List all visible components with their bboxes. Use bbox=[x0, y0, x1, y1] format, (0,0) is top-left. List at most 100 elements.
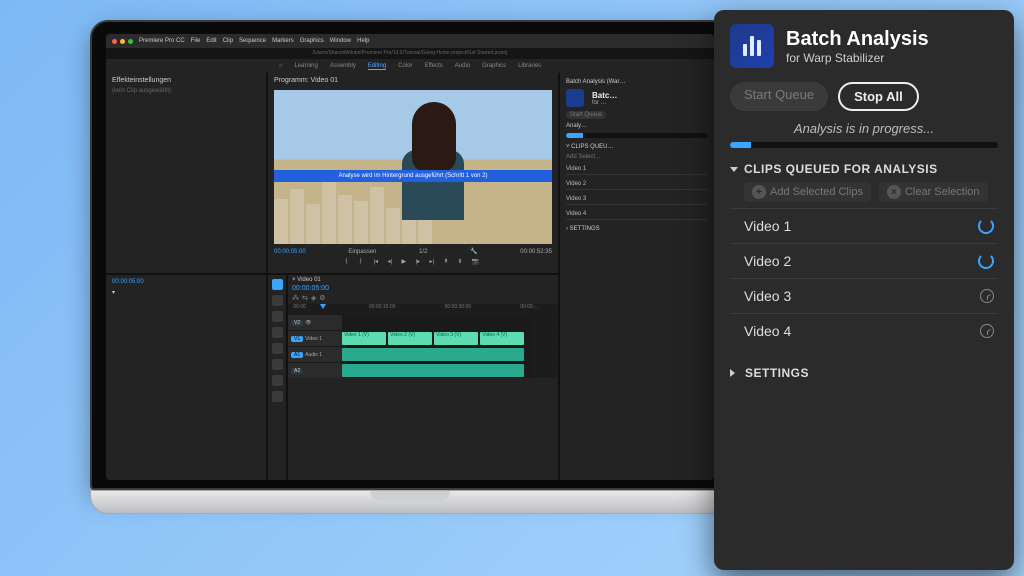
tab-libraries[interactable]: Libraries bbox=[518, 63, 541, 69]
play-icon[interactable]: ▶ bbox=[402, 258, 411, 267]
clip-a-1[interactable] bbox=[342, 348, 524, 361]
mini-item-4[interactable]: Video 4 bbox=[566, 209, 708, 220]
menu-help[interactable]: Help bbox=[357, 38, 369, 44]
tab-editing[interactable]: Editing bbox=[368, 63, 386, 70]
track-badge-v2[interactable]: V2 bbox=[291, 320, 303, 326]
step-forward-icon[interactable]: |▸ bbox=[416, 258, 425, 267]
track-badge-v1[interactable]: V1 bbox=[291, 336, 303, 342]
step-back-icon[interactable]: ◂| bbox=[388, 258, 397, 267]
track-badge-a1[interactable]: A1 bbox=[291, 352, 303, 358]
stop-all-button[interactable]: Stop All bbox=[838, 82, 919, 111]
track-a1[interactable]: A1Audio 1 bbox=[288, 346, 558, 362]
go-to-in-icon[interactable]: |◂ bbox=[374, 258, 383, 267]
go-to-out-icon[interactable]: ▸| bbox=[430, 258, 439, 267]
track-v1-body[interactable]: Video 1 (V) Video 2 (V) Video 3 (V) Vide… bbox=[342, 331, 534, 346]
clear-selection-button[interactable]: × Clear Selection bbox=[879, 182, 988, 202]
menu-sequence[interactable]: Sequence bbox=[239, 38, 266, 44]
type-tool-icon[interactable] bbox=[272, 391, 283, 402]
laptop-base bbox=[90, 490, 730, 514]
queue-item-2[interactable]: Video 2 bbox=[730, 243, 998, 278]
mark-in-icon[interactable]: { bbox=[346, 258, 355, 267]
project-panel[interactable]: 00:00:05:00 ▾ bbox=[106, 275, 266, 480]
timeline-body[interactable]: × Video 01 00:00:05:00 ⁂ ⇆ ◈ ⚙ 00:00 00:… bbox=[288, 275, 558, 480]
tab-assembly[interactable]: Assembly bbox=[330, 63, 356, 69]
marker-icon[interactable]: ◈ bbox=[311, 294, 316, 302]
clip-a-2[interactable] bbox=[342, 364, 524, 377]
menu-graphics[interactable]: Graphics bbox=[300, 38, 324, 44]
snap-icon[interactable]: ⁂ bbox=[292, 294, 299, 302]
track-select-tool-icon[interactable] bbox=[272, 295, 283, 306]
sequence-name[interactable]: × Video 01 bbox=[292, 277, 321, 283]
close-window-icon[interactable] bbox=[112, 39, 117, 44]
clip-v-1[interactable]: Video 1 (V) bbox=[342, 332, 386, 345]
mini-item-3[interactable]: Video 3 bbox=[566, 194, 708, 205]
spinner-icon bbox=[978, 253, 994, 269]
batch-analysis-panel[interactable]: Batch Analysis for Warp Stabilizer Start… bbox=[714, 10, 1014, 570]
queue-item-1[interactable]: Video 1 bbox=[730, 208, 998, 243]
tab-learning[interactable]: Learning bbox=[294, 63, 317, 69]
queue-item-3[interactable]: Video 3 bbox=[730, 278, 998, 313]
mini-item-1[interactable]: Video 1 bbox=[566, 164, 708, 175]
plugin-docked-panel[interactable]: Batch Analysis (War… Batc… for … Start Q… bbox=[560, 73, 714, 480]
pen-tool-icon[interactable] bbox=[272, 359, 283, 370]
menu-markers[interactable]: Markers bbox=[272, 38, 294, 44]
mini-item-2[interactable]: Video 2 bbox=[566, 179, 708, 190]
ripple-tool-icon[interactable] bbox=[272, 311, 283, 322]
plugin-logo-icon bbox=[730, 24, 774, 68]
selection-tool-icon[interactable] bbox=[272, 279, 283, 290]
lift-icon[interactable]: ⇞ bbox=[444, 258, 453, 267]
extract-icon[interactable]: ⇟ bbox=[458, 258, 467, 267]
razor-tool-icon[interactable] bbox=[272, 327, 283, 338]
video-preview[interactable]: Analyse wird im Hintergrund ausgeführt (… bbox=[274, 90, 552, 244]
mini-add-button[interactable]: Add Select… bbox=[566, 154, 708, 160]
minimize-window-icon[interactable] bbox=[120, 39, 125, 44]
clip-v-2[interactable]: Video 2 (V) bbox=[388, 332, 432, 345]
mark-out-icon[interactable]: } bbox=[360, 258, 369, 267]
timeline-tools[interactable] bbox=[268, 275, 286, 480]
ruler-tick-0: 00:00 bbox=[293, 304, 306, 310]
queue-item-4[interactable]: Video 4 bbox=[730, 313, 998, 348]
add-selected-clips-button[interactable]: + Add Selected Clips bbox=[744, 182, 871, 202]
project-filepath: /Users/Shared/Adobe/Premiere Pro/13.0/Tu… bbox=[106, 48, 714, 59]
window-traffic-lights[interactable] bbox=[112, 39, 133, 44]
monitor-play-controls[interactable]: { } |◂ ◂| ▶ |▸ ▸| ⇞ ⇟ 📷 bbox=[274, 255, 552, 269]
mini-start-button[interactable]: Start Queue bbox=[566, 111, 606, 119]
linked-selection-icon[interactable]: ⇆ bbox=[302, 294, 308, 302]
workspace-tab-strip[interactable]: ⌂ Learning Assembly Editing Color Effect… bbox=[106, 59, 714, 73]
menu-clip[interactable]: Clip bbox=[223, 38, 233, 44]
slip-tool-icon[interactable] bbox=[272, 343, 283, 354]
track-a2[interactable]: A2 bbox=[288, 362, 558, 378]
tab-graphics[interactable]: Graphics bbox=[482, 63, 506, 69]
tab-color[interactable]: Color bbox=[398, 63, 412, 69]
fit-dropdown[interactable]: Einpassen bbox=[348, 249, 376, 255]
clip-v-4[interactable]: Video 4 (V) bbox=[480, 332, 524, 345]
filter-icon[interactable]: ▾ bbox=[112, 289, 115, 296]
start-queue-button[interactable]: Start Queue bbox=[730, 82, 828, 111]
timeline-panel[interactable]: × Video 01 00:00:05:00 ⁂ ⇆ ◈ ⚙ 00:00 00:… bbox=[268, 275, 558, 480]
mini-queue-section[interactable]: ˅ CLIPS QUEU… bbox=[566, 144, 708, 150]
menu-edit[interactable]: Edit bbox=[206, 38, 216, 44]
home-icon[interactable]: ⌂ bbox=[279, 63, 283, 69]
hand-tool-icon[interactable] bbox=[272, 375, 283, 386]
clip-v-3[interactable]: Video 3 (V) bbox=[434, 332, 478, 345]
timeline-ruler[interactable]: 00:00 00:00:15:00 00:00:30:00 00:00:… bbox=[288, 304, 558, 314]
effect-controls-panel[interactable]: Effekteinstellungen (kein Clip ausgewähl… bbox=[106, 73, 266, 273]
settings-icon[interactable]: ⚙ bbox=[319, 294, 325, 302]
mini-panel-tab[interactable]: Batch Analysis (War… bbox=[566, 79, 708, 85]
track-v1[interactable]: V1Video 1 Video 1 (V) Video 2 (V) Video … bbox=[288, 330, 558, 346]
mini-settings-section[interactable]: › SETTINGS bbox=[566, 226, 708, 232]
preview-subject bbox=[394, 102, 474, 232]
queue-section-header[interactable]: CLIPS QUEUED FOR ANALYSIS bbox=[730, 162, 998, 176]
track-v2[interactable]: V2👁 bbox=[288, 314, 558, 330]
export-frame-icon[interactable]: 📷 bbox=[472, 258, 481, 267]
playhead-icon[interactable] bbox=[320, 304, 326, 309]
menu-file[interactable]: File bbox=[191, 38, 201, 44]
wrench-icon[interactable]: 🔧 bbox=[470, 248, 477, 255]
track-badge-a2[interactable]: A2 bbox=[291, 368, 303, 374]
menu-window[interactable]: Window bbox=[330, 38, 351, 44]
settings-section-header[interactable]: SETTINGS bbox=[730, 366, 998, 380]
maximize-window-icon[interactable] bbox=[128, 39, 133, 44]
tab-audio[interactable]: Audio bbox=[455, 63, 470, 69]
tab-effects[interactable]: Effects bbox=[425, 63, 443, 69]
menu-items[interactable]: File Edit Clip Sequence Markers Graphics… bbox=[191, 38, 370, 44]
